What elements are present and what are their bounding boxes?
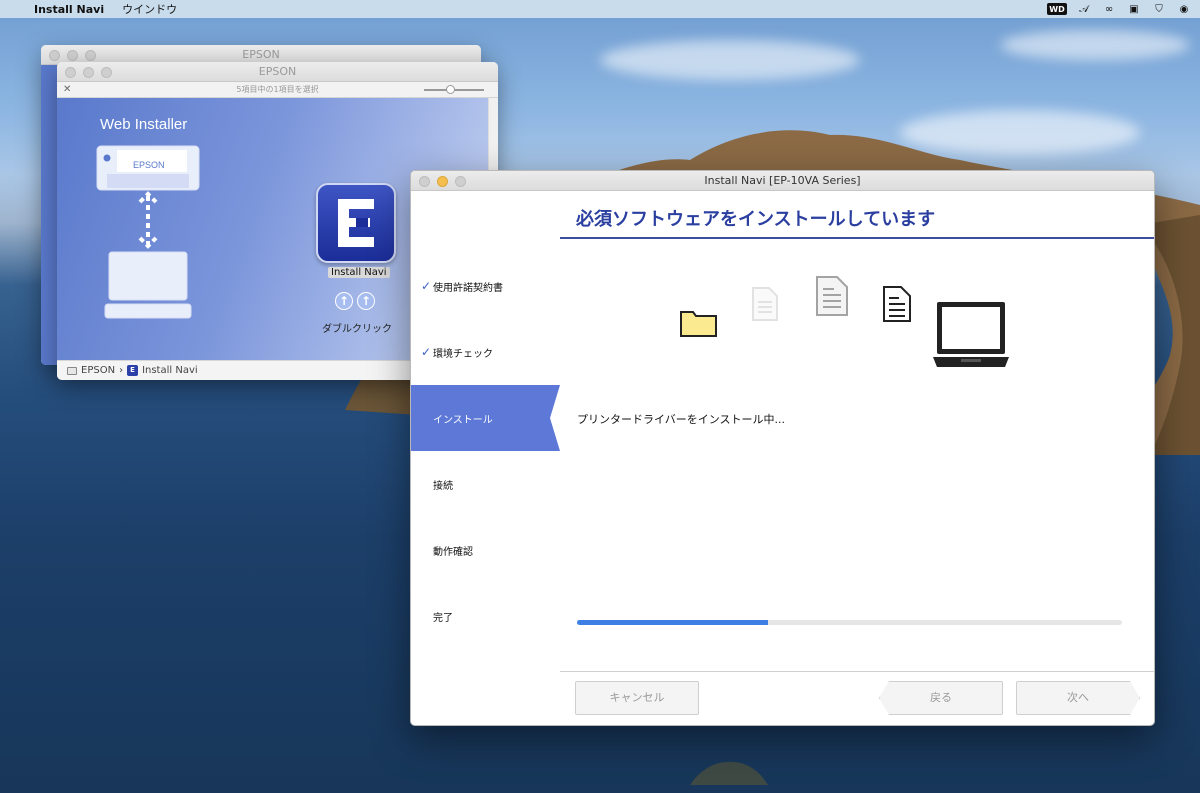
step-license: ✓ 使用許諾契約書 bbox=[411, 253, 560, 319]
finder-toolbar: ✕ 5項目中の1項目を選択 bbox=[57, 82, 498, 98]
zoom-button[interactable] bbox=[85, 50, 96, 61]
footer-divider bbox=[560, 671, 1154, 672]
step-label: 使用許諾契約書 bbox=[433, 282, 503, 294]
close-button[interactable] bbox=[49, 50, 60, 61]
folder-icon bbox=[680, 311, 717, 337]
step-environment-check: ✓ 環境チェック bbox=[411, 319, 560, 385]
step-label: 完了 bbox=[433, 612, 453, 624]
clapper-icon[interactable]: ▣ bbox=[1126, 3, 1142, 15]
install-navi-app-icon[interactable] bbox=[316, 183, 396, 263]
window-controls bbox=[65, 67, 112, 78]
up-arrow-icon: ↑ bbox=[357, 292, 375, 310]
wd-icon[interactable]: WD bbox=[1047, 3, 1067, 15]
title-bar[interactable]: EPSON bbox=[57, 62, 498, 82]
double-click-label: ダブルクリック bbox=[322, 324, 392, 335]
title-divider bbox=[560, 237, 1154, 239]
check-icon: ✓ bbox=[420, 345, 431, 359]
install-navi-small-icon: E bbox=[127, 365, 139, 376]
disk-icon bbox=[67, 366, 77, 375]
minimize-button[interactable] bbox=[83, 67, 94, 78]
install-navi-window: Install Navi [EP-10VA Series] ✓ 使用許諾契約書 … bbox=[410, 170, 1155, 726]
up-arrow-icon: ↑ bbox=[335, 292, 353, 310]
laptop-icon bbox=[933, 302, 1009, 367]
progress-fill bbox=[577, 620, 768, 625]
step-label: 接続 bbox=[433, 480, 453, 492]
a-icon[interactable]: 𝒜 bbox=[1076, 3, 1092, 15]
document-faded-icon bbox=[752, 287, 778, 321]
step-sidebar: ✓ 使用許諾契約書 ✓ 環境チェック インストール 接続 動作確認 完了 bbox=[411, 191, 560, 725]
cloud bbox=[600, 40, 860, 80]
close-button[interactable] bbox=[419, 176, 430, 187]
zoom-button[interactable] bbox=[101, 67, 112, 78]
minimize-button[interactable] bbox=[67, 50, 78, 61]
menu-bar: Install Navi ウインドウ WD 𝒜 ∞ ▣ ⛉ ◉ bbox=[0, 0, 1200, 18]
cancel-button[interactable]: キャンセル bbox=[575, 681, 699, 715]
zoom-button[interactable] bbox=[455, 176, 466, 187]
web-installer-label: Web Installer bbox=[100, 116, 188, 133]
step-operation-check: 動作確認 bbox=[411, 517, 560, 583]
path-separator: › bbox=[119, 365, 124, 376]
step-connection: 接続 bbox=[411, 451, 560, 517]
back-button[interactable]: 戻る bbox=[879, 681, 1003, 715]
printer-brand-label: EPSON bbox=[133, 160, 165, 170]
path-item-install-navi[interactable]: Install Navi bbox=[142, 365, 198, 376]
small-rock bbox=[690, 761, 768, 785]
step-label: 動作確認 bbox=[433, 546, 473, 558]
path-item-epson[interactable]: EPSON bbox=[81, 365, 115, 376]
minimize-button[interactable] bbox=[437, 176, 448, 187]
epson-e-logo-icon bbox=[338, 199, 374, 247]
window-title: EPSON bbox=[242, 48, 280, 61]
install-progress-bar bbox=[577, 620, 1122, 625]
app-menu[interactable]: Install Navi bbox=[34, 3, 104, 16]
window-title: EPSON bbox=[258, 65, 297, 78]
printer-computer-illustration bbox=[96, 145, 200, 319]
step-install: インストール bbox=[411, 385, 560, 451]
document-dark-icon bbox=[883, 286, 911, 322]
icon-size-slider[interactable] bbox=[424, 85, 484, 94]
next-button[interactable]: 次へ bbox=[1016, 681, 1140, 715]
window-title: Install Navi [EP-10VA Series] bbox=[704, 174, 861, 187]
step-label: インストール bbox=[433, 414, 493, 426]
window-controls bbox=[419, 176, 466, 187]
install-status-message: プリンタードライバーをインストール中... bbox=[577, 413, 786, 426]
window-menu[interactable]: ウインドウ bbox=[122, 1, 177, 17]
slider-knob[interactable] bbox=[446, 85, 455, 94]
cloud bbox=[1000, 30, 1190, 60]
page-title: 必須ソフトウェアをインストールしています bbox=[576, 209, 936, 230]
selection-status: 5項目中の1項目を選択 bbox=[236, 85, 319, 94]
step-label: 環境チェック bbox=[433, 348, 493, 360]
step-complete: 完了 bbox=[411, 583, 560, 649]
tools-icon[interactable]: ✕ bbox=[63, 82, 71, 98]
app-icon-label: Install Navi bbox=[328, 267, 390, 278]
document-light-icon bbox=[816, 276, 848, 316]
check-icon: ✓ bbox=[420, 279, 431, 293]
close-button[interactable] bbox=[65, 67, 76, 78]
window-controls bbox=[49, 50, 96, 61]
title-bar[interactable]: Install Navi [EP-10VA Series] bbox=[411, 171, 1154, 191]
status-icons: WD 𝒜 ∞ ▣ ⛉ ◉ bbox=[1047, 0, 1192, 18]
shield-icon[interactable]: ⛉ bbox=[1151, 3, 1167, 15]
creative-cloud-icon[interactable]: ∞ bbox=[1101, 3, 1117, 15]
1password-icon[interactable]: ◉ bbox=[1176, 3, 1192, 15]
